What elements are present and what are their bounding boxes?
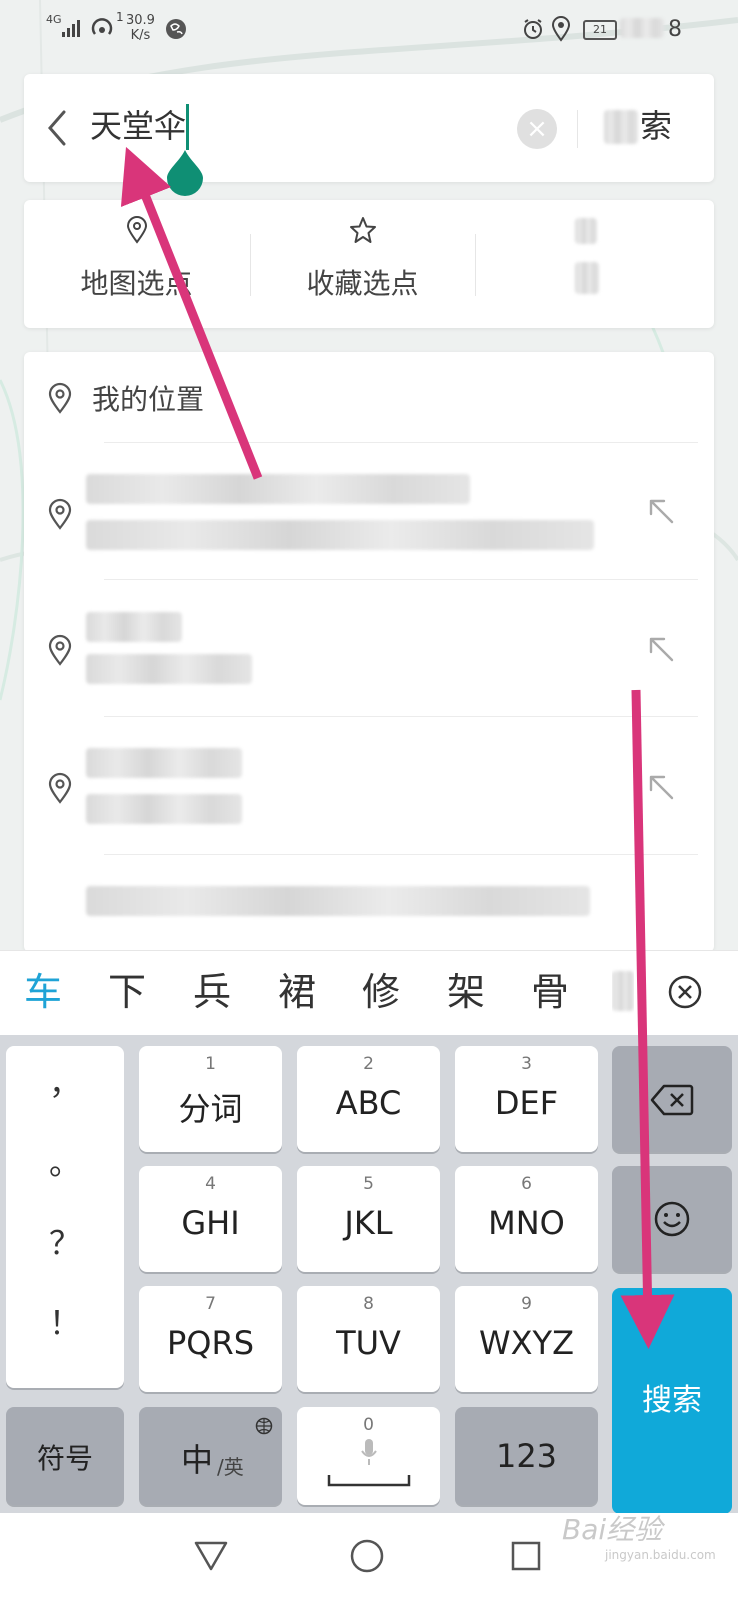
list-item[interactable]	[24, 717, 714, 853]
hotspot-icon	[91, 18, 113, 35]
quick-item-favorites[interactable]: 收藏选点	[250, 200, 475, 328]
punct-exclaim[interactable]: ！	[6, 1298, 124, 1344]
my-location-label: 我的位置	[92, 383, 205, 416]
blurred-text	[86, 748, 242, 778]
key-4[interactable]: 4 GHI	[139, 1166, 282, 1272]
candidate-word[interactable]: 裙	[278, 950, 316, 1035]
punct-comma[interactable]: ，	[6, 1058, 124, 1104]
numbers-key[interactable]: 123	[455, 1407, 598, 1505]
key-8[interactable]: 8 TUV	[297, 1286, 440, 1392]
globe-icon	[166, 19, 186, 39]
backspace-key[interactable]	[612, 1046, 732, 1152]
fill-query-arrow-icon[interactable]	[646, 634, 676, 664]
divider	[577, 110, 578, 148]
key-3[interactable]: 3 DEF	[455, 1046, 598, 1152]
space-bar-icon	[327, 1475, 411, 1487]
signal-icon	[62, 20, 80, 37]
nav-recents-icon[interactable]	[510, 1540, 542, 1572]
quick-item-label: 地图选点	[80, 267, 193, 300]
location-pin-icon	[48, 634, 72, 666]
candidate-word[interactable]: 车	[24, 950, 62, 1035]
location-pin-icon	[48, 498, 72, 530]
key-5[interactable]: 5 JKL	[297, 1166, 440, 1272]
blurred-text	[86, 654, 252, 684]
search-button[interactable]: 索	[640, 104, 672, 148]
text-cursor	[186, 104, 189, 150]
divider	[104, 854, 698, 855]
language-toggle-key[interactable]: 中 /英	[139, 1407, 282, 1505]
clear-search-button[interactable]: ×	[517, 109, 557, 149]
candidate-word[interactable]: 架	[447, 950, 485, 1035]
battery-icon: 21	[583, 20, 617, 40]
star-icon	[349, 217, 376, 243]
blurred-text	[86, 794, 242, 824]
blurred-text	[604, 110, 638, 144]
key-2[interactable]: 2 ABC	[297, 1046, 440, 1152]
candidate-word[interactable]: 下	[108, 950, 146, 1035]
blurred-text	[86, 474, 470, 504]
hotspot-count: 1	[116, 10, 124, 24]
list-item[interactable]	[24, 580, 714, 716]
backspace-icon	[650, 1084, 694, 1116]
location-status-icon	[551, 16, 571, 42]
globe-icon	[255, 1417, 273, 1435]
blurred-text	[86, 612, 182, 642]
microphone-icon	[361, 1439, 377, 1465]
emoji-key[interactable]	[612, 1166, 732, 1272]
nav-back-icon[interactable]	[193, 1540, 229, 1572]
watermark-url: jingyan.baidu.com	[605, 1548, 716, 1562]
search-input[interactable]: 天堂伞	[90, 104, 186, 148]
quick-item-label: 收藏选点	[306, 267, 419, 300]
clock: 8	[668, 17, 682, 42]
network-type: 4G	[46, 13, 62, 26]
blurred-icon	[575, 218, 601, 250]
status-bar: 4G 1 30.9 K/s 21 8	[0, 0, 738, 62]
candidate-word-partial[interactable]	[612, 965, 634, 1021]
location-pin-icon	[48, 382, 72, 414]
divider	[475, 234, 476, 296]
smiley-icon	[654, 1201, 690, 1237]
punctuation-panel[interactable]: ， 。 ？ ！	[6, 1046, 124, 1388]
key-7[interactable]: 7 PQRS	[139, 1286, 282, 1392]
nav-home-icon[interactable]	[349, 1538, 385, 1574]
fill-query-arrow-icon[interactable]	[646, 772, 676, 802]
fill-query-arrow-icon[interactable]	[646, 496, 676, 526]
close-candidates-icon[interactable]	[668, 975, 702, 1009]
location-pin-icon	[48, 772, 72, 804]
search-key[interactable]: 搜索	[612, 1288, 732, 1514]
location-pin-icon	[126, 216, 147, 244]
network-speed: 30.9 K/s	[126, 13, 155, 43]
list-item[interactable]	[24, 443, 714, 579]
key-9[interactable]: 9 WXYZ	[455, 1286, 598, 1392]
punct-period[interactable]: 。	[6, 1138, 124, 1184]
blurred-text	[86, 886, 590, 916]
key-1[interactable]: 1 分词	[139, 1046, 282, 1152]
space-key[interactable]: 0	[297, 1407, 440, 1505]
punct-question[interactable]: ？	[6, 1218, 124, 1264]
watermark: Bai经验	[562, 1513, 663, 1546]
candidate-word[interactable]: 骨	[531, 950, 569, 1035]
quick-item-map-pick[interactable]: 地图选点	[24, 200, 249, 328]
candidate-word[interactable]: 修	[362, 950, 400, 1035]
alarm-icon	[524, 19, 542, 39]
symbols-key[interactable]: 符号	[6, 1407, 124, 1505]
key-6[interactable]: 6 MNO	[455, 1166, 598, 1272]
candidate-word[interactable]: 兵	[193, 950, 231, 1035]
blurred-text	[575, 262, 601, 298]
cursor-handle-icon[interactable]	[165, 148, 205, 196]
blurred-text	[86, 520, 594, 550]
back-arrow-icon[interactable]	[44, 108, 70, 148]
blurred-clock	[620, 18, 668, 40]
